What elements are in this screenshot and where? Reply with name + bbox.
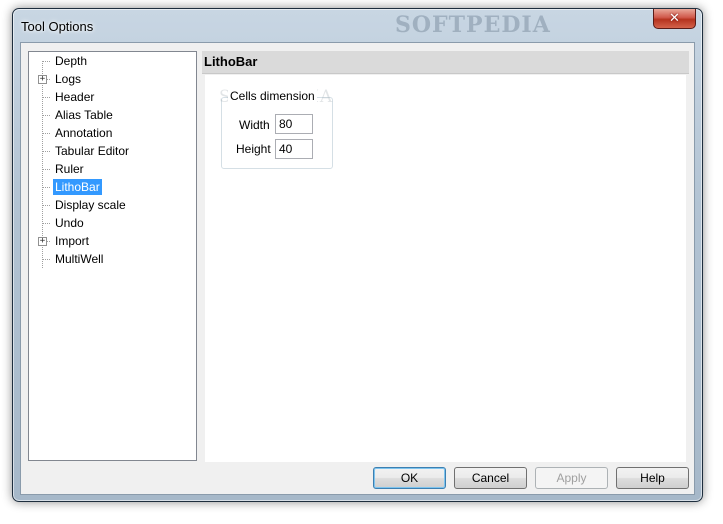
tree-item-alias-table[interactable]: Alias Table (29, 106, 189, 124)
tree-item-annotation[interactable]: Annotation (29, 124, 189, 142)
watermark: SOFTPEDIA (395, 12, 551, 38)
tool-options-window: Tool Options SOFTPEDIA ✕ Depth + Logs He… (12, 8, 703, 502)
tree-item-label: Import (55, 234, 90, 248)
tree-item-label: Header (55, 90, 95, 104)
apply-button[interactable]: Apply (535, 467, 608, 489)
height-label: Height (236, 142, 271, 156)
tree-branch-line (42, 259, 50, 260)
expand-plus-icon[interactable]: + (38, 75, 47, 84)
panel-title: LithoBar (204, 54, 258, 69)
tree-branch-line (42, 133, 50, 134)
cancel-button[interactable]: Cancel (454, 467, 527, 489)
title-bar[interactable]: Tool Options SOFTPEDIA ✕ (13, 9, 702, 43)
width-input[interactable] (275, 114, 313, 134)
settings-panel: SOFTPEDIA Cells dimension Width Height (205, 75, 686, 462)
expand-plus-icon[interactable]: + (38, 237, 47, 246)
tree-item-tabular-editor[interactable]: Tabular Editor (29, 142, 189, 160)
window-title: Tool Options (21, 19, 94, 34)
tree-item-label: Tabular Editor (55, 144, 130, 158)
close-button[interactable]: ✕ (653, 9, 696, 29)
panel-header: LithoBar (202, 51, 689, 74)
width-label: Width (239, 118, 270, 132)
tree-item-ruler[interactable]: Ruler (29, 160, 189, 178)
tree-branch-line (42, 61, 50, 62)
tree-branch-line (42, 187, 50, 188)
tree-item-label: Depth (55, 54, 88, 68)
tree-item-multiwell[interactable]: MultiWell (29, 250, 189, 268)
tree-item-logs[interactable]: + Logs (29, 70, 189, 88)
tree-branch-line (42, 115, 50, 116)
cells-dimension-group: SOFTPEDIA Cells dimension Width Height (219, 87, 333, 169)
group-title: Cells dimension (228, 89, 317, 103)
tree-item-undo[interactable]: Undo (29, 214, 189, 232)
tree-item-label: Annotation (55, 126, 113, 140)
tree-branch-line (42, 205, 50, 206)
tree-item-label: Undo (55, 216, 84, 230)
help-button[interactable]: Help (616, 467, 689, 489)
tree-branch-line (42, 223, 50, 224)
tree-item-lithobar[interactable]: LithoBar (29, 178, 189, 196)
height-input[interactable] (275, 139, 313, 159)
tree-item-header[interactable]: Header (29, 88, 189, 106)
tree-item-label-selected: LithoBar (53, 179, 102, 195)
tree-item-label: Ruler (55, 162, 84, 176)
tree-item-display-scale[interactable]: Display scale (29, 196, 189, 214)
tree-item-label: Logs (55, 72, 82, 86)
tree-item-label: Display scale (55, 198, 126, 212)
tree-branch-line (42, 151, 50, 152)
tree-branch-line (42, 169, 50, 170)
options-tree[interactable]: Depth + Logs Header Alias Table Annotati… (28, 51, 197, 461)
tree-item-label: Alias Table (55, 108, 113, 122)
tree-item-depth[interactable]: Depth (29, 52, 189, 70)
close-icon: ✕ (669, 11, 680, 26)
ok-button[interactable]: OK (373, 467, 446, 489)
tree-item-import[interactable]: + Import (29, 232, 189, 250)
tree-branch-line (42, 97, 50, 98)
tree-item-label: MultiWell (55, 252, 104, 266)
dialog-client-area: Depth + Logs Header Alias Table Annotati… (20, 42, 695, 495)
